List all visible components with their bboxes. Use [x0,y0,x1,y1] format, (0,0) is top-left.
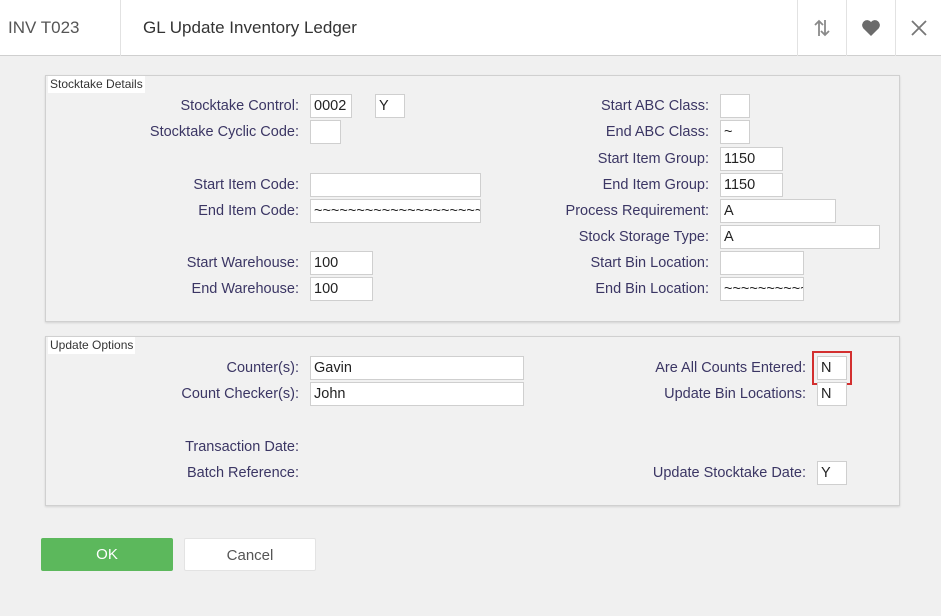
cyclic-code-label: Stocktake Cyclic Code: [149,124,299,140]
stocktake-details-panel: Stocktake Details Stocktake Control: 000… [45,75,900,322]
cyclic-code-field[interactable] [310,120,341,144]
end-abc-class-label: End ABC Class: [605,124,709,140]
title-bar: INV T023 GL Update Inventory Ledger [0,0,941,56]
start-warehouse-field[interactable]: 100 [310,251,373,275]
stocktake-control-label: Stocktake Control: [180,98,299,114]
heart-icon [861,20,880,36]
transaction-date-label: Transaction Date: [185,439,299,455]
close-icon [910,20,927,36]
update-options-legend: Update Options [48,337,136,354]
stock-storage-type-label: Stock Storage Type: [578,229,709,245]
update-bin-locations-label: Update Bin Locations: [664,386,806,402]
stocktake-control-field[interactable]: 0002 [310,94,352,118]
end-abc-class-field[interactable]: ~ [720,120,750,144]
batch-reference-label: Batch Reference: [186,465,299,481]
cancel-button[interactable]: Cancel [184,538,316,571]
update-stocktake-date-label: Update Stocktake Date: [652,465,806,481]
update-stocktake-date-field[interactable]: Y [817,461,847,485]
start-abc-class-label: Start ABC Class: [601,98,709,114]
end-warehouse-field[interactable]: 100 [310,277,373,301]
process-requirement-field[interactable]: A [720,199,836,223]
count-checkers-label: Count Checker(s): [181,386,299,402]
end-item-code-label: End Item Code: [198,203,299,219]
update-bin-locations-field[interactable]: N [817,382,847,406]
start-item-code-field[interactable] [310,173,481,197]
end-item-group-label: End Item Group: [602,177,709,193]
counters-field[interactable]: Gavin [310,356,524,380]
all-counts-entered-label: Are All Counts Entered: [655,360,806,376]
close-button[interactable] [895,0,941,56]
start-item-group-label: Start Item Group: [597,151,709,167]
start-bin-location-label: Start Bin Location: [590,255,710,271]
stock-storage-type-field[interactable]: A [720,225,880,249]
sort-button[interactable] [797,0,845,56]
start-warehouse-label: Start Warehouse: [186,255,299,271]
start-item-code-label: Start Item Code: [193,177,299,193]
process-requirement-label: Process Requirement: [565,203,709,219]
favorite-button[interactable] [846,0,894,56]
end-item-group-field[interactable]: 1150 [720,173,783,197]
start-abc-class-field[interactable] [720,94,750,118]
stocktake-control-flag-field[interactable]: Y [375,94,405,118]
end-bin-location-field[interactable]: ~~~~~~~~~~ [720,277,804,301]
count-checkers-field[interactable]: John [310,382,524,406]
end-bin-location-label: End Bin Location: [595,281,709,297]
sort-arrows-icon [813,19,830,37]
end-item-code-field[interactable]: ~~~~~~~~~~~~~~~~~~~~ [310,199,481,223]
start-item-group-field[interactable]: 1150 [720,147,783,171]
stocktake-details-legend: Stocktake Details [48,76,145,93]
end-warehouse-label: End Warehouse: [191,281,299,297]
program-code: INV T023 [0,0,121,56]
start-bin-location-field[interactable] [720,251,804,275]
counters-label: Counter(s): [226,360,299,376]
all-counts-entered-field[interactable]: N [812,351,852,385]
ok-button[interactable]: OK [41,538,173,571]
update-options-panel: Update Options Counter(s): Gavin Count C… [45,336,900,506]
page-title: GL Update Inventory Ledger [143,18,357,37]
